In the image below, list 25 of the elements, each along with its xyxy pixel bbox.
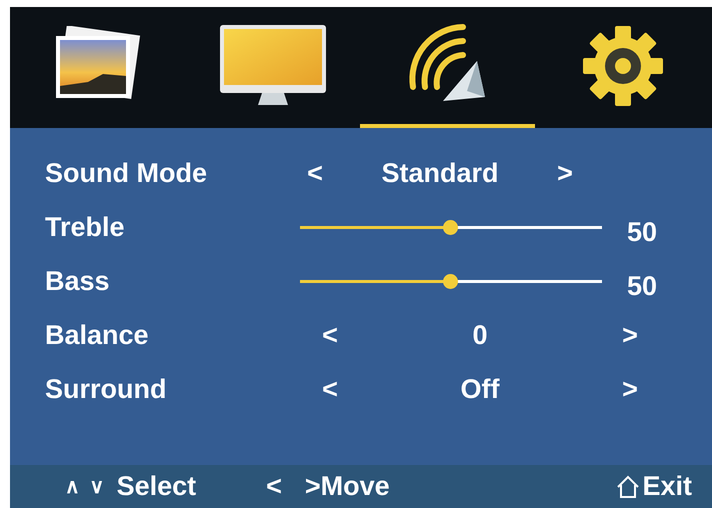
next-arrow[interactable]: > [620, 374, 640, 404]
previous-arrow[interactable]: < [320, 320, 340, 350]
setting-label: Bass [45, 266, 111, 296]
slider-value: 50 [627, 216, 658, 248]
home-icon [616, 474, 640, 498]
hint-label: Move [320, 471, 390, 502]
previous-arrow[interactable]: < [305, 158, 325, 188]
slider-thumb[interactable] [443, 274, 458, 288]
setting-label: Surround [45, 374, 168, 404]
setting-label: Sound Mode [45, 158, 208, 188]
hint-label: Select [116, 471, 196, 502]
slider-value: 50 [627, 270, 658, 302]
key-hint: ∧ ∨ [65, 475, 105, 499]
previous-arrow[interactable]: < [320, 374, 340, 404]
next-arrow[interactable]: > [555, 158, 575, 188]
setting-label: Balance [45, 320, 150, 350]
setting-label: Treble [45, 212, 126, 242]
key-hint: < > [266, 471, 321, 502]
setting-value: Off [460, 374, 500, 404]
setting-value: Standard [380, 158, 500, 188]
slider-thumb[interactable] [443, 220, 458, 234]
setting-value: 0 [471, 320, 489, 350]
gear-icon [580, 24, 664, 108]
next-arrow[interactable]: > [620, 320, 640, 350]
hint-label: Exit [642, 471, 692, 502]
